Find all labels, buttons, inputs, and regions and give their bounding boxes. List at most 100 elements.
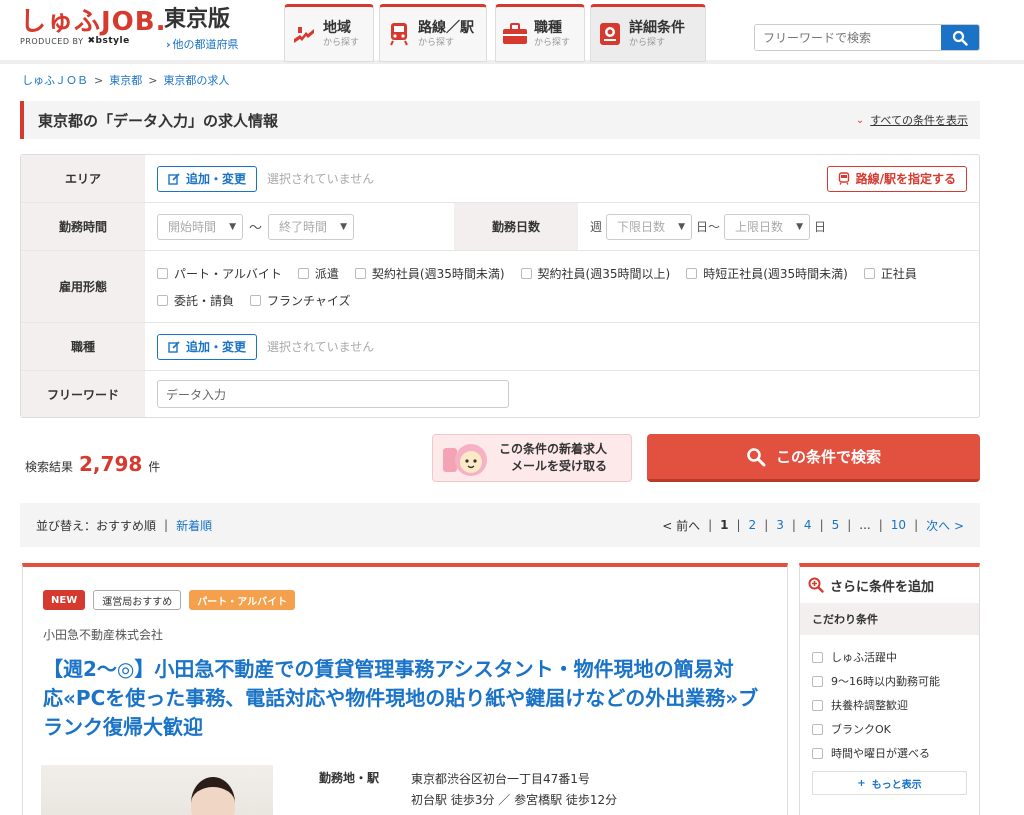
area-edit-button[interactable]: 追加・変更 xyxy=(157,165,258,192)
job-title-link[interactable]: 【週2〜◎】小田急不動産での賃貸管理事務アシスタント・物件現地の簡易対応«PCを… xyxy=(43,655,773,742)
employment-option[interactable]: 委託・請負 xyxy=(157,292,234,309)
other-prefecture-link[interactable]: › 他の都道府県 xyxy=(166,36,239,52)
checkbox[interactable] xyxy=(520,267,532,279)
site-header: しゅふJOB. PRODUCED BY ✖bstyle 東京版 › 他の都道府県 … xyxy=(0,0,1024,64)
search-with-conditions-button[interactable]: この条件で検索 xyxy=(647,434,980,482)
pagination-page[interactable]: 2 xyxy=(749,518,757,532)
employment-option-label: 委託・請負 xyxy=(174,293,235,308)
pagination-page[interactable]: 10 xyxy=(891,518,906,532)
pagination-page[interactable]: 5 xyxy=(832,518,840,532)
preference-label: しゅふ活躍中 xyxy=(831,651,897,664)
pagination-ellipsis: ... xyxy=(859,518,871,532)
checkbox[interactable] xyxy=(297,267,309,279)
mail-banner-line1: この条件の新着求人 xyxy=(499,442,608,456)
preference-label: 時間や曜日が選べる xyxy=(831,747,930,760)
nav-tab-train-sub: から探す xyxy=(418,38,455,48)
rail-station-button[interactable]: 路線/駅を指定する xyxy=(826,165,967,192)
nav-tab-job[interactable]: 職種 から探す xyxy=(495,4,585,62)
area-not-selected: 選択されていません xyxy=(267,172,375,186)
checkbox[interactable] xyxy=(812,699,823,711)
employment-option[interactable]: 契約社員(週35時間未満) xyxy=(354,265,505,282)
site-logo[interactable]: しゅふJOB. PRODUCED BY ✖bstyle xyxy=(20,6,166,46)
pagination-next[interactable]: 次へ > xyxy=(926,517,964,534)
employment-option[interactable]: 契約社員(週35時間以上) xyxy=(520,265,670,282)
sort-bar: 並び替え：おすすめ順 | 新着順 < 前へ | 1 | 2 | 3 | 4 | … xyxy=(20,503,980,547)
pagination-page[interactable]: 4 xyxy=(804,518,812,532)
min-days-select[interactable]: 下限日数 ▼ xyxy=(606,213,693,240)
preferences-subhead: こだわり条件 xyxy=(800,603,979,635)
logo-text: しゅふJOB. xyxy=(20,7,167,37)
header-search-input[interactable] xyxy=(755,25,941,50)
company-name: 小田急不動産株式会社 xyxy=(43,628,164,642)
job-label: 職種 xyxy=(21,323,145,370)
employment-option[interactable]: 派遣 xyxy=(297,265,339,282)
chevron-right-icon: › xyxy=(166,38,171,51)
checkbox[interactable] xyxy=(157,267,168,279)
max-days-select[interactable]: 上限日数 ▼ xyxy=(724,213,811,240)
chevron-down-icon: ⌄ xyxy=(855,114,865,126)
pagination-prev[interactable]: < 前へ xyxy=(662,517,700,534)
employment-label: 雇用形態 xyxy=(21,251,145,322)
region-title: 東京版 xyxy=(164,7,231,32)
add-conditions-panel: さらに条件を追加 こだわり条件 しゅふ活躍中 9〜16時以内勤務可能 扶養枠調整… xyxy=(799,563,980,815)
checkbox[interactable] xyxy=(812,675,823,687)
pagination-page[interactable]: 3 xyxy=(776,518,784,532)
nav-tab-detail-title: 詳細条件 xyxy=(629,20,685,36)
preference-label: 扶養枠調整歓迎 xyxy=(831,699,908,712)
day-range-separator: 日〜 xyxy=(696,220,721,234)
show-all-conditions-link[interactable]: ⌄ すべての条件を表示 xyxy=(856,112,968,128)
checkbox[interactable] xyxy=(812,747,823,759)
breadcrumb-home[interactable]: しゅふＪＯＢ xyxy=(22,72,88,88)
end-time-select[interactable]: 終了時間 ▼ xyxy=(268,213,355,240)
nav-tab-detail[interactable]: 詳細条件 から探す xyxy=(590,4,706,62)
location-station: 初台駅 徒歩3分 ／ 参宮橋駅 徒歩12分 xyxy=(411,793,618,807)
checkbox[interactable] xyxy=(812,723,823,735)
dropdown-arrow-icon: ▼ xyxy=(229,221,236,232)
tag-employment-type: パート・アルバイト xyxy=(189,590,296,610)
start-time-select[interactable]: 開始時間 ▼ xyxy=(157,213,243,240)
employment-option[interactable]: 時短正社員(週35時間未満) xyxy=(686,265,848,282)
edit-icon xyxy=(168,340,180,353)
checkbox[interactable] xyxy=(354,267,366,279)
checkbox[interactable] xyxy=(157,294,168,306)
preference-option[interactable]: 扶養枠調整歓迎 xyxy=(812,693,967,717)
new-job-mail-banner[interactable]: この条件の新着求人 メールを受け取る xyxy=(432,434,632,482)
preference-option[interactable]: 時間や曜日が選べる xyxy=(812,741,967,765)
show-more-label: もっと表示 xyxy=(871,779,922,791)
preference-option[interactable]: 9〜16時以内勤務可能 xyxy=(812,669,967,693)
breadcrumb-tokyo-jobs[interactable]: 東京都の求人 xyxy=(163,72,229,88)
days-label: 勤務日数 xyxy=(454,203,578,250)
employment-option[interactable]: フランチャイズ xyxy=(250,292,351,309)
sort-newest-link[interactable]: 新着順 xyxy=(176,517,212,534)
checkbox[interactable] xyxy=(250,294,262,306)
nav-tab-train[interactable]: 路線／駅 から探す xyxy=(379,4,487,62)
header-search-button[interactable] xyxy=(941,25,979,50)
logo-brand-text: bstyle xyxy=(95,36,130,46)
dropdown-arrow-icon: ▼ xyxy=(796,221,804,232)
preference-option[interactable]: しゅふ活躍中 xyxy=(812,645,967,669)
area-label: エリア xyxy=(21,155,145,202)
freeword-input[interactable]: データ入力 xyxy=(157,380,509,408)
breadcrumb-tokyo[interactable]: 東京都 xyxy=(109,72,142,88)
mail-banner-text: この条件の新着求人 メールを受け取る xyxy=(499,441,607,475)
edit-icon xyxy=(168,172,180,185)
nav-tab-area[interactable]: 地域 から探す xyxy=(284,4,374,62)
zoom-in-icon xyxy=(808,577,824,593)
job-edit-button[interactable]: 追加・変更 xyxy=(157,333,258,360)
checkbox[interactable] xyxy=(863,267,875,279)
checkbox[interactable] xyxy=(686,267,698,279)
show-more-button[interactable]: + もっと表示 xyxy=(812,771,967,795)
freeword-cell: データ入力 xyxy=(145,371,979,417)
preference-option[interactable]: ブランクOK xyxy=(812,717,967,741)
location-address: 東京都渋谷区初台一丁目47番1号 xyxy=(411,772,590,786)
week-label: 週 xyxy=(590,220,603,234)
employment-option[interactable]: 正社員 xyxy=(863,265,917,282)
filter-row-employment: 雇用形態 パート・アルバイト 派遣 契約社員(週35時間未満) 契約社員(週35… xyxy=(21,251,979,323)
breadcrumb-sep-icon: > xyxy=(94,73,104,87)
job-card[interactable]: NEW 運営局おすすめ パート・アルバイト 小田急不動産株式会社 【週2〜◎】小… xyxy=(22,563,788,815)
checkbox[interactable] xyxy=(812,651,823,663)
job-not-selected: 選択されていません xyxy=(267,340,375,354)
breadcrumb: しゅふＪＯＢ > 東京都 > 東京都の求人 xyxy=(22,72,229,88)
employment-option[interactable]: パート・アルバイト xyxy=(157,265,282,282)
show-all-conditions-label: すべての条件を表示 xyxy=(870,114,968,127)
